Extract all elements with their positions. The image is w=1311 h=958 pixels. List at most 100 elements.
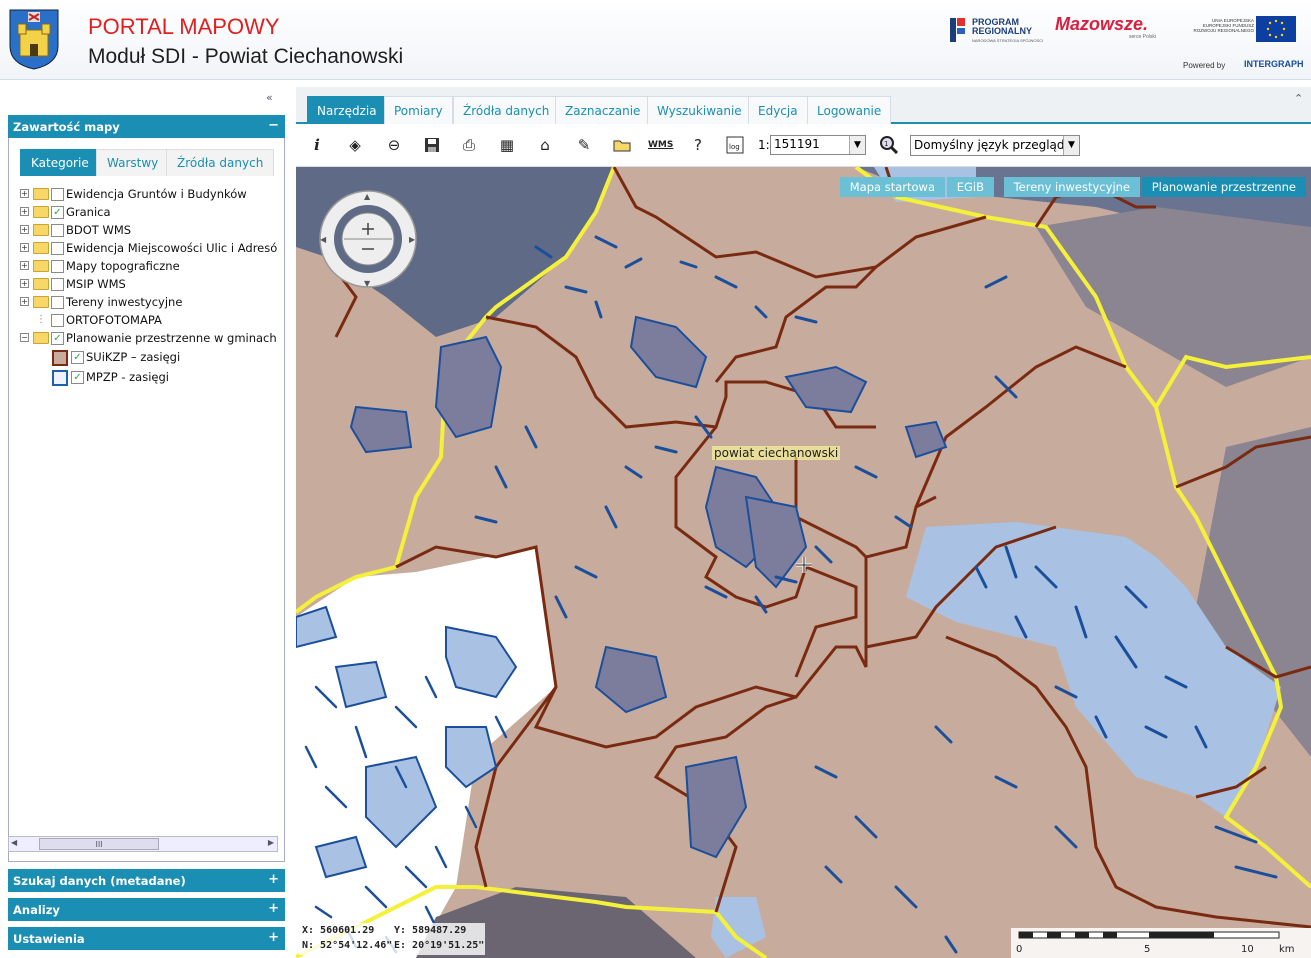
- layer-checkbox[interactable]: ✓: [71, 371, 84, 384]
- scale-bar: 0 5 10 km: [1011, 928, 1311, 958]
- layer-checkbox[interactable]: ✓: [51, 332, 64, 345]
- content-panel-header[interactable]: Zawartość mapy −: [8, 115, 285, 138]
- header: PORTAL MAPOWY Moduł SDI - Powiat Ciechan…: [0, 0, 1311, 80]
- eu-flag-icon: [1256, 16, 1296, 42]
- scrollbar-thumb[interactable]: III: [39, 838, 159, 850]
- expand-icon[interactable]: +: [20, 189, 29, 198]
- table-icon[interactable]: ▦: [495, 134, 519, 156]
- print-icon[interactable]: ⎙: [457, 134, 481, 156]
- scale-select[interactable]: 151191 ▼: [770, 135, 866, 155]
- log-icon[interactable]: log: [723, 134, 747, 156]
- pan-right-icon[interactable]: ▶: [409, 235, 416, 244]
- coord-n: N: 52°54'12.46": [302, 940, 393, 951]
- settings-header[interactable]: Ustawienia +: [8, 927, 285, 950]
- program-regionalny-sub: NARODOWA STRATEGIA SPÓJNOŚCI: [972, 38, 1044, 43]
- layer-checkbox[interactable]: [51, 224, 64, 237]
- layer-checkbox[interactable]: ✓: [51, 206, 64, 219]
- chevron-down-icon[interactable]: ▼: [849, 136, 865, 154]
- tab-wyszukiwanie[interactable]: Wyszukiwanie: [647, 96, 752, 124]
- pan-left-icon[interactable]: ◀: [320, 235, 327, 244]
- collapse-icon[interactable]: −: [268, 118, 279, 133]
- tab-zaznaczanie[interactable]: Zaznaczanie: [555, 96, 651, 124]
- layer-button-tereny-inwestycyjne[interactable]: Tereny inwestycyjne: [1003, 177, 1140, 197]
- layer-checkbox[interactable]: [51, 242, 64, 255]
- program-regionalny-text: PROGRAM REGIONALNY: [972, 17, 1033, 36]
- analyses-header[interactable]: Analizy +: [8, 898, 285, 921]
- subtab-warstwy[interactable]: Warstwy: [96, 149, 170, 176]
- expand-icon[interactable]: +: [268, 930, 279, 945]
- layer-button-egib[interactable]: EGiB: [946, 177, 994, 197]
- tab-zrodla-danych[interactable]: Źródła danych: [453, 96, 560, 124]
- tab-edycja[interactable]: Edycja: [748, 96, 808, 124]
- pan-up-icon[interactable]: ▲: [364, 192, 371, 201]
- layer-checkbox[interactable]: [51, 314, 64, 327]
- save-icon[interactable]: [420, 134, 444, 156]
- layer-checkbox[interactable]: [51, 278, 64, 291]
- tree-item-label: Ewidencja Miejscowości Ulic i Adresó: [66, 241, 278, 255]
- layer-checkbox[interactable]: ✓: [71, 351, 84, 364]
- language-select[interactable]: Domyślny język przeglądarki ▼: [910, 135, 1080, 156]
- folder-open-icon: [33, 332, 49, 344]
- powered-by-text: Powered by: [1183, 61, 1226, 70]
- expand-icon[interactable]: +: [268, 872, 279, 887]
- scroll-right-icon[interactable]: ▶: [268, 838, 274, 847]
- coord-x: X: 560601.29: [302, 925, 375, 936]
- expand-icon[interactable]: +: [20, 297, 29, 306]
- subtab-zrodla-danych[interactable]: Źródła danych: [166, 149, 275, 176]
- expand-icon[interactable]: +: [20, 243, 29, 252]
- expand-icon[interactable]: +: [20, 207, 29, 216]
- home-icon[interactable]: ⌂: [533, 134, 557, 156]
- tree-item-label: Mapy topograficzne: [66, 259, 180, 273]
- chevron-down-icon[interactable]: ▼: [1063, 136, 1079, 155]
- tree-item-label: MSIP WMS: [66, 277, 126, 291]
- language-value: Domyślny język przeglądarki: [914, 138, 1080, 152]
- tab-pomiary[interactable]: Pomiary: [384, 96, 453, 124]
- collapse-toolbar-icon[interactable]: ⌃: [1294, 92, 1303, 105]
- zoom-to-scale-icon[interactable]: 1: [877, 134, 901, 156]
- tree-item-label: Ewidencja Gruntów i Budynków: [66, 187, 247, 201]
- section-title: Szukaj danych (metadane): [13, 874, 186, 888]
- expand-icon[interactable]: +: [268, 901, 279, 916]
- zoom-control[interactable]: ▲ ▼ ◀ ▶: [318, 189, 418, 289]
- layer-checkbox[interactable]: [51, 188, 64, 201]
- scale-label: 5: [1144, 944, 1151, 955]
- folder-icon: [33, 242, 49, 254]
- scale-label: 10: [1241, 944, 1254, 955]
- scale-unit: km: [1279, 944, 1295, 955]
- map-view[interactable]: ▲ ▼ ◀ ▶ powiat ciechanowski Mapa startow…: [296, 167, 1311, 958]
- help-icon[interactable]: ?: [686, 134, 710, 156]
- mazowsze-logo: Mazowsze. serce Polski: [1055, 14, 1171, 40]
- tree-item-label: BDOT WMS: [66, 223, 132, 237]
- tree-item-label: Granica: [66, 205, 111, 219]
- pencil-icon[interactable]: ✎: [572, 134, 596, 156]
- flag-icon: [950, 18, 965, 42]
- section-title: Ustawienia: [13, 932, 85, 946]
- info-icon[interactable]: i: [305, 134, 329, 156]
- expand-icon[interactable]: +: [20, 261, 29, 270]
- folder-open-icon[interactable]: [610, 134, 634, 156]
- layer-button-planowanie-przestrzenne[interactable]: Planowanie przestrzenne: [1141, 177, 1306, 197]
- intergraph-logo: INTERGRAPH: [1244, 59, 1304, 69]
- layer-button-mapa-startowa[interactable]: Mapa startowa: [839, 177, 945, 197]
- subtab-kategorie[interactable]: Kategorie: [20, 149, 100, 176]
- collapse-icon[interactable]: −: [20, 333, 29, 342]
- coord-e: E: 20°19'51.25": [394, 940, 485, 951]
- collapse-left-panel-icon[interactable]: «: [266, 91, 273, 104]
- tree-item-label: ORTOFOTOMAPA: [66, 313, 162, 327]
- wms-icon[interactable]: WMS: [648, 134, 673, 156]
- layer-checkbox[interactable]: [51, 296, 64, 309]
- metadata-search-header[interactable]: Szukaj danych (metadane) +: [8, 869, 285, 892]
- expand-icon[interactable]: +: [20, 225, 29, 234]
- zoom-out-icon[interactable]: ⊖: [382, 134, 406, 156]
- horizontal-scrollbar[interactable]: ◀ III ▶: [8, 836, 278, 852]
- tab-logowanie[interactable]: Logowanie: [807, 96, 892, 124]
- expand-icon[interactable]: +: [20, 279, 29, 288]
- 3d-view-icon[interactable]: ◈: [343, 134, 367, 156]
- feature-label: powiat ciechanowski: [712, 446, 841, 460]
- scroll-left-icon[interactable]: ◀: [11, 838, 17, 847]
- layer-checkbox[interactable]: [51, 260, 64, 273]
- pan-down-icon[interactable]: ▼: [364, 279, 371, 288]
- tab-narzedzia[interactable]: Narzędzia: [307, 96, 387, 124]
- coordinates-readout: X: 560601.29 Y: 589487.29 N: 52°54'12.46…: [299, 923, 485, 955]
- folder-icon: [33, 296, 49, 308]
